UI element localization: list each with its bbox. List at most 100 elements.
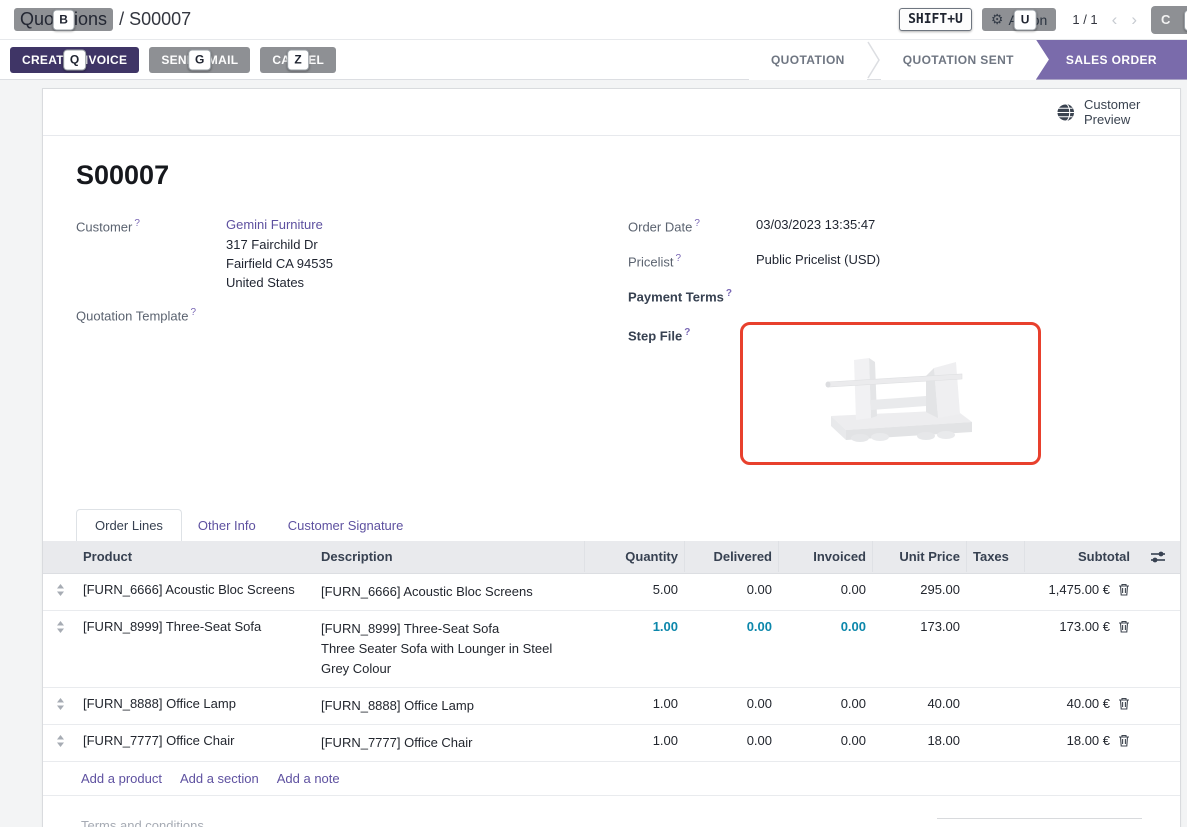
order-line-row[interactable]: [FURN_8888] Office Lamp [FURN_8888] Offi… xyxy=(43,688,1180,725)
header-delivered[interactable]: Delivered xyxy=(684,541,778,572)
subtotal-value: 1,475.00 € xyxy=(1049,582,1110,597)
sheet-bottom: Total: 1,706.00 € xyxy=(43,796,1180,827)
pager-next-icon[interactable]: › xyxy=(1131,10,1137,30)
cell-quantity[interactable]: 5.00 xyxy=(584,574,684,605)
quotation-template-field-row: Quotation Template? xyxy=(76,306,628,323)
cell-unit-price[interactable]: 173.00 xyxy=(872,611,966,642)
drag-handle-icon[interactable] xyxy=(43,725,77,755)
header-quantity[interactable]: Quantity xyxy=(584,541,684,572)
pricelist-value[interactable]: Public Pricelist (USD) xyxy=(756,252,880,269)
order-line-row[interactable]: [FURN_6666] Acoustic Bloc Screens [FURN_… xyxy=(43,574,1180,611)
quotation-template-label: Quotation Template? xyxy=(76,306,226,323)
cell-description[interactable]: [FURN_8999] Three-Seat Sofa Three Seater… xyxy=(315,611,584,687)
header-product[interactable]: Product xyxy=(77,541,315,572)
pager-prev-icon[interactable]: ‹ xyxy=(1112,10,1118,30)
cell-product[interactable]: [FURN_7777] Office Chair xyxy=(77,725,315,756)
cell-unit-price[interactable]: 295.00 xyxy=(872,574,966,605)
cutoff-button[interactable]: C xyxy=(1151,6,1187,34)
step-file-label: Step File? xyxy=(628,326,756,465)
cell-delivered[interactable]: 0.00 xyxy=(684,688,778,719)
cell-taxes[interactable] xyxy=(966,574,1024,590)
action-menu-button[interactable]: ⚙ Action U xyxy=(982,8,1056,31)
cell-product[interactable]: [FURN_8999] Three-Seat Sofa xyxy=(77,611,315,642)
tab-other-info[interactable]: Other Info xyxy=(182,510,272,541)
fields-left-column: Customer? Gemini Furniture 317 Fairchild… xyxy=(76,217,628,477)
step-file-preview[interactable] xyxy=(740,322,1041,465)
help-question-icon: ? xyxy=(726,288,732,299)
header-invoiced[interactable]: Invoiced xyxy=(778,541,872,572)
cell-unit-price[interactable]: 40.00 xyxy=(872,688,966,719)
cell-delivered[interactable]: 0.00 xyxy=(684,611,778,642)
customer-field-label: Customer? xyxy=(76,217,226,292)
order-date-value[interactable]: 03/03/2023 13:35:47 xyxy=(756,217,875,234)
cell-delivered[interactable]: 0.00 xyxy=(684,574,778,605)
cell-product[interactable]: [FURN_6666] Acoustic Bloc Screens xyxy=(77,574,315,605)
cell-quantity[interactable]: 1.00 xyxy=(584,725,684,756)
add-section-link[interactable]: Add a section xyxy=(180,771,259,786)
pager-counter: 1 / 1 xyxy=(1072,12,1097,27)
pricelist-label: Pricelist? xyxy=(628,252,756,269)
delete-row-icon[interactable] xyxy=(1118,583,1130,596)
cell-description[interactable]: [FURN_7777] Office Chair xyxy=(315,725,584,761)
top-bar: Quotations B / S00007 SHIFT+U ⚙ Action U… xyxy=(0,0,1187,40)
header-subtotal[interactable]: Subtotal xyxy=(1024,541,1136,572)
drag-handle-icon[interactable] xyxy=(43,611,77,641)
header-description[interactable]: Description xyxy=(315,541,584,572)
cell-taxes[interactable] xyxy=(966,688,1024,704)
cancel-button[interactable]: CANCEL Z xyxy=(260,47,336,73)
page-title: S00007 xyxy=(76,160,1180,191)
keyboard-hint-u: U xyxy=(1014,9,1037,30)
order-date-label: Order Date? xyxy=(628,217,756,234)
cell-taxes[interactable] xyxy=(966,611,1024,627)
status-step-quotation[interactable]: QUOTATION xyxy=(749,40,867,80)
delete-row-icon[interactable] xyxy=(1118,697,1130,710)
tab-customer-signature[interactable]: Customer Signature xyxy=(272,510,420,541)
cell-delivered[interactable]: 0.00 xyxy=(684,725,778,756)
header-taxes[interactable]: Taxes xyxy=(966,541,1024,572)
breadcrumb-quotations-link[interactable]: Quotations B xyxy=(14,8,113,31)
step-file-field-row: Step File? xyxy=(628,326,1180,465)
help-question-icon: ? xyxy=(191,307,197,318)
create-invoice-button[interactable]: CREATE INVOICE Q xyxy=(10,47,139,73)
cell-description[interactable]: [FURN_8888] Office Lamp xyxy=(315,688,584,724)
globe-icon xyxy=(1056,103,1075,122)
drag-handle-icon[interactable] xyxy=(43,574,77,604)
order-lines-header: Product Description Quantity Delivered I… xyxy=(43,541,1180,574)
order-line-row[interactable]: [FURN_8999] Three-Seat Sofa [FURN_8999] … xyxy=(43,611,1180,688)
add-note-link[interactable]: Add a note xyxy=(277,771,340,786)
customer-preview-button[interactable]: Customer Preview xyxy=(1056,97,1150,127)
topbar-right-cluster: SHIFT+U ⚙ Action U 1 / 1 ‹ › C xyxy=(899,6,1173,34)
customer-link[interactable]: Gemini Furniture xyxy=(226,217,333,232)
cell-quantity[interactable]: 1.00 xyxy=(584,611,684,642)
step-file-3d-render xyxy=(776,338,1006,448)
help-question-icon: ? xyxy=(676,253,682,264)
optional-columns-button[interactable] xyxy=(1136,541,1180,573)
cell-subtotal: 173.00 € xyxy=(1024,611,1136,642)
delete-row-icon[interactable] xyxy=(1118,620,1130,633)
header-unit-price[interactable]: Unit Price xyxy=(872,541,966,572)
cell-taxes[interactable] xyxy=(966,725,1024,741)
cell-invoiced[interactable]: 0.00 xyxy=(778,688,872,719)
cell-quantity[interactable]: 1.00 xyxy=(584,688,684,719)
add-product-link[interactable]: Add a product xyxy=(81,771,162,786)
cell-invoiced[interactable]: 0.00 xyxy=(778,725,872,756)
delete-row-icon[interactable] xyxy=(1118,734,1130,747)
pricelist-field-row: Pricelist? Public Pricelist (USD) xyxy=(628,252,1180,269)
tab-order-lines[interactable]: Order Lines xyxy=(76,509,182,541)
cell-description[interactable]: [FURN_6666] Acoustic Bloc Screens xyxy=(315,574,584,610)
cell-invoiced[interactable]: 0.00 xyxy=(778,611,872,642)
odoo-sale-order-window: Quotations B / S00007 SHIFT+U ⚙ Action U… xyxy=(0,0,1187,827)
header-handle-spacer xyxy=(43,541,77,557)
order-line-row[interactable]: [FURN_7777] Office Chair [FURN_7777] Off… xyxy=(43,725,1180,762)
cell-product[interactable]: [FURN_8888] Office Lamp xyxy=(77,688,315,719)
drag-handle-icon[interactable] xyxy=(43,688,77,718)
status-step-quotation-sent[interactable]: QUOTATION SENT xyxy=(881,40,1036,80)
cell-invoiced[interactable]: 0.00 xyxy=(778,574,872,605)
cell-unit-price[interactable]: 18.00 xyxy=(872,725,966,756)
pager-arrows: ‹ › xyxy=(1112,10,1137,30)
status-step-sales-order[interactable]: SALES ORDER xyxy=(1036,40,1187,80)
send-email-button[interactable]: SEND EMAIL G xyxy=(149,47,250,73)
terms-and-conditions-input[interactable] xyxy=(81,818,501,827)
cell-subtotal: 40.00 € xyxy=(1024,688,1136,719)
order-date-field-row: Order Date? 03/03/2023 13:35:47 xyxy=(628,217,1180,234)
